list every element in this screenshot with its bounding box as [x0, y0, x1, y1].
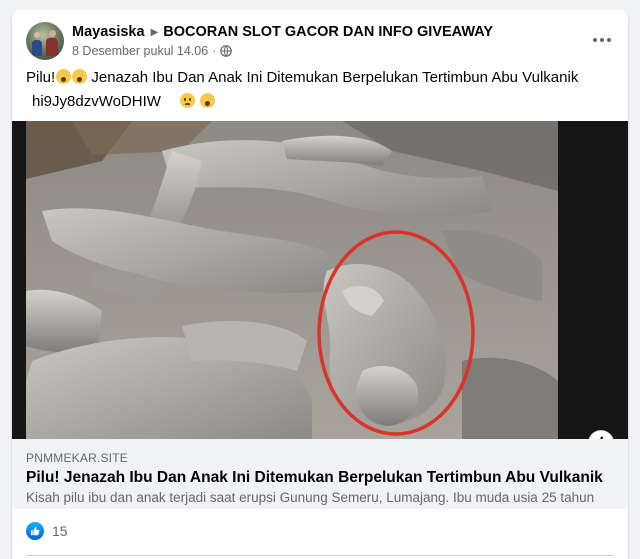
meta-separator: · [212, 44, 217, 58]
post-message-line2: hi9Jy8dzvWoDHIW [32, 93, 216, 110]
link-title[interactable]: Pilu! Jenazah Ibu Dan Anak Ini Ditemukan… [26, 469, 603, 487]
sad-face-icon [180, 93, 196, 108]
post-image[interactable] [12, 121, 628, 439]
post-meta: 8 Desember pukul 14.06 · [72, 44, 233, 58]
author-avatar[interactable] [26, 22, 64, 60]
link-preview[interactable]: PNMMEKAR.SITE Pilu! Jenazah Ibu Dan Anak… [12, 439, 628, 509]
post-timestamp[interactable]: 8 Desember pukul 14.06 [72, 44, 208, 58]
reaction-summary[interactable]: 15 [26, 522, 68, 540]
like-count: 15 [52, 523, 68, 539]
caret-right-icon: ▶ [150, 26, 159, 38]
link-description: Kisah pilu ibu dan anak terjadi saat eru… [26, 490, 595, 505]
more-options-icon[interactable] [590, 28, 614, 52]
post-card: Mayasiska ▶ BOCORAN SLOT GACOR DAN INFO … [12, 10, 628, 559]
author-name[interactable]: Mayasiska [72, 24, 145, 40]
astonished-face-icon [200, 93, 216, 108]
screaming-face-icon [72, 69, 88, 84]
post-message-line1: Pilu! Jenazah Ibu Dan Anak Ini Ditemukan… [26, 69, 578, 86]
message-prefix: Pilu! [26, 69, 56, 86]
group-name[interactable]: BOCORAN SLOT GACOR DAN INFO GIVEAWAY [163, 24, 493, 40]
message-code: hi9Jy8dzvWoDHIW [32, 93, 161, 110]
link-domain: PNMMEKAR.SITE [26, 451, 128, 465]
globe-icon [220, 45, 233, 57]
screaming-face-icon [56, 69, 72, 84]
thumbs-up-icon [26, 522, 44, 540]
footer-divider [26, 555, 614, 556]
post-header: Mayasiska ▶ BOCORAN SLOT GACOR DAN INFO … [72, 24, 493, 40]
message-text: Jenazah Ibu Dan Anak Ini Ditemukan Berpe… [87, 69, 579, 86]
